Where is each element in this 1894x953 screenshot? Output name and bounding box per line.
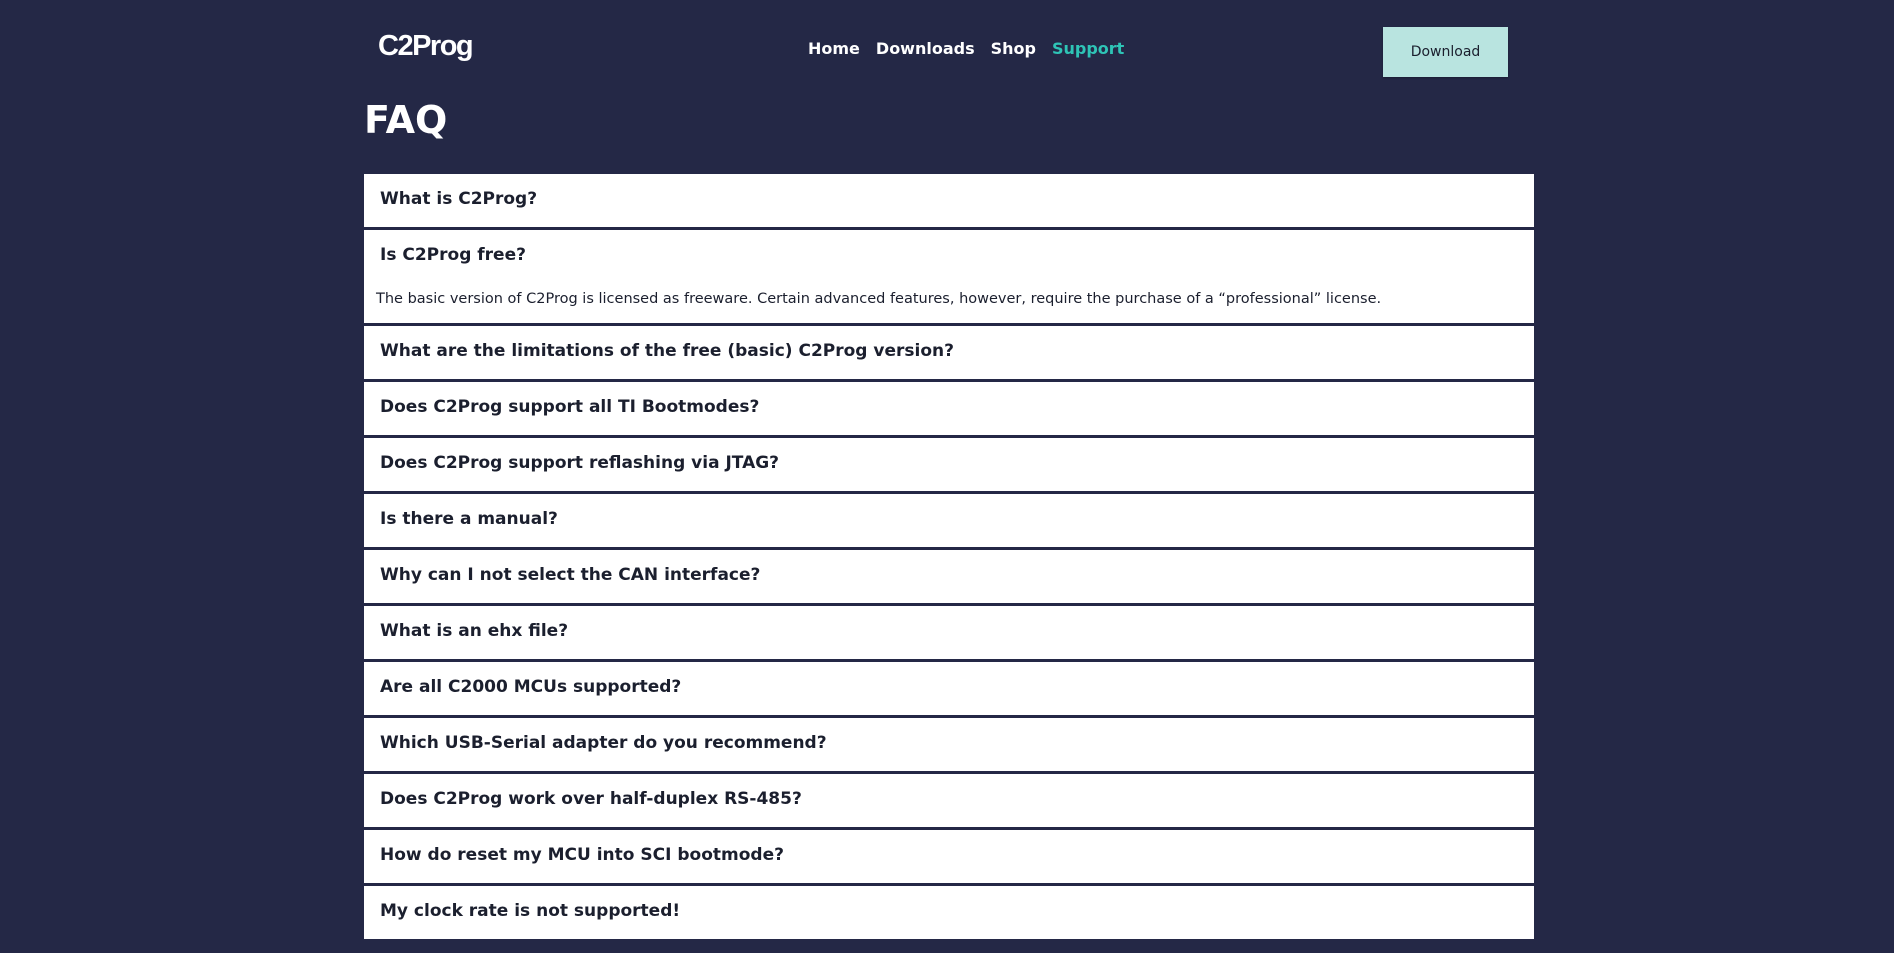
nav-downloads[interactable]: Downloads	[876, 39, 975, 58]
faq-question[interactable]: What are the limitations of the free (ba…	[364, 326, 1534, 379]
faq-question[interactable]: My clock rate is not supported!	[364, 886, 1534, 939]
faq-question[interactable]: What is an ehx file?	[364, 606, 1534, 659]
faq-question[interactable]: Is there a manual?	[364, 494, 1534, 547]
faq-item: What is an ehx file?	[364, 606, 1534, 659]
page-title: FAQ	[364, 98, 448, 142]
site-logo[interactable]: C2Prog	[378, 30, 474, 63]
faq-item: What is C2Prog?	[364, 174, 1534, 227]
faq-item: Does C2Prog work over half-duplex RS-485…	[364, 774, 1534, 827]
faq-item: Why can I not select the CAN interface?	[364, 550, 1534, 603]
faq-question[interactable]: Is C2Prog free?	[364, 230, 1534, 283]
faq-item: What are the limitations of the free (ba…	[364, 326, 1534, 379]
faq-question[interactable]: Does C2Prog support reflashing via JTAG?	[364, 438, 1534, 491]
nav-support[interactable]: Support	[1052, 39, 1124, 58]
faq-question[interactable]: How do reset my MCU into SCI bootmode?	[364, 830, 1534, 883]
download-button[interactable]: Download	[1383, 27, 1508, 77]
faq-question[interactable]: Does C2Prog work over half-duplex RS-485…	[364, 774, 1534, 827]
faq-item: How do reset my MCU into SCI bootmode?	[364, 830, 1534, 883]
faq-item-expanded: Is C2Prog free? The basic version of C2P…	[364, 230, 1534, 323]
faq-item: Which USB-Serial adapter do you recommen…	[364, 718, 1534, 771]
site-header: C2Prog Home Downloads Shop Support Downl…	[0, 0, 1894, 100]
faq-item: Does C2Prog support reflashing via JTAG?	[364, 438, 1534, 491]
faq-list: What is C2Prog? Is C2Prog free? The basi…	[364, 174, 1534, 942]
faq-question[interactable]: Why can I not select the CAN interface?	[364, 550, 1534, 603]
faq-item: My clock rate is not supported!	[364, 886, 1534, 939]
faq-answer: The basic version of C2Prog is licensed …	[376, 291, 1382, 307]
faq-question[interactable]: Does C2Prog support all TI Bootmodes?	[364, 382, 1534, 435]
nav-shop[interactable]: Shop	[991, 39, 1036, 58]
faq-question[interactable]: What is C2Prog?	[364, 174, 1534, 227]
faq-item: Are all C2000 MCUs supported?	[364, 662, 1534, 715]
main-nav: Home Downloads Shop Support	[808, 39, 1140, 58]
faq-question[interactable]: Which USB-Serial adapter do you recommen…	[364, 718, 1534, 771]
faq-item: Is there a manual?	[364, 494, 1534, 547]
faq-question[interactable]: Are all C2000 MCUs supported?	[364, 662, 1534, 715]
faq-item: Does C2Prog support all TI Bootmodes?	[364, 382, 1534, 435]
nav-home[interactable]: Home	[808, 39, 860, 58]
